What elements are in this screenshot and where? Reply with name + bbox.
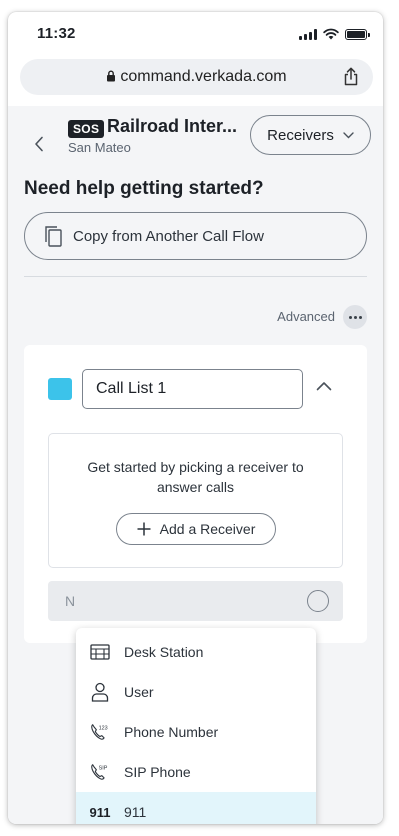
call-list-footer: N [48,581,343,621]
add-receiver-label: Add a Receiver [159,521,256,537]
menu-item-user[interactable]: User [76,672,316,712]
chevron-up-icon[interactable] [316,381,332,391]
phone-number-icon: 123 [90,722,110,742]
url-display[interactable]: command.verkada.com [20,68,373,86]
phone-frame: 11:32 command.verkada.com SOS Railroad I… [8,12,383,824]
plus-icon [137,522,151,536]
menu-item-phone-number[interactable]: 123 Phone Number [76,712,316,752]
status-icons [299,28,370,40]
menu-item-label: Phone Number [124,724,219,740]
sos-badge: SOS [68,120,105,138]
call-flow-editor: SOS Railroad Inter... San Mateo Receiver… [8,106,383,824]
status-bar: 11:32 [8,12,383,56]
911-icon: 911 [89,804,111,820]
empty-receivers-text: Get started by picking a receiver to ans… [87,459,304,495]
page-title: Railroad Inter... [107,116,238,136]
url-bar[interactable]: command.verkada.com [20,59,373,95]
chevron-down-icon [343,131,354,138]
signal-icon [299,28,317,40]
empty-receivers-box: Get started by picking a receiver to ans… [48,433,343,568]
wifi-icon [323,28,339,40]
call-list-color-swatch[interactable] [48,378,72,400]
lock-icon [107,70,116,82]
user-icon [90,682,110,702]
more-options-button[interactable] [343,305,367,329]
receiver-type-menu: Desk Station User 123 Phone Number SIP S… [76,628,316,824]
menu-item-label: User [124,684,154,700]
receivers-label: Receivers [267,126,334,144]
call-list-footer-text: N [65,593,76,609]
copy-icon [45,226,62,247]
page-subtitle: San Mateo [68,140,131,155]
desk-station-icon [90,642,110,662]
sip-phone-icon: SIP [90,762,110,782]
share-icon[interactable] [343,67,359,86]
divider [24,276,367,277]
status-time: 11:32 [37,25,76,42]
toggle-ring[interactable] [307,590,329,612]
menu-item-911[interactable]: 911 911 [76,792,316,824]
receivers-dropdown-button[interactable]: Receivers [250,115,371,155]
menu-item-label: SIP Phone [124,764,191,780]
copy-call-flow-button[interactable]: Copy from Another Call Flow [24,212,367,260]
advanced-label[interactable]: Advanced [277,309,335,324]
menu-item-label: 911 [124,804,147,820]
call-list-card: Call List 1 Get started by picking a rec… [24,345,367,643]
menu-item-desk-station[interactable]: Desk Station [76,632,316,672]
getting-started-heading: Need help getting started? [24,178,264,199]
menu-item-label: Desk Station [124,644,204,660]
svg-text:SIP: SIP [99,765,108,771]
add-receiver-button[interactable]: Add a Receiver [116,513,276,545]
menu-item-sip-phone[interactable]: SIP SIP Phone [76,752,316,792]
back-chevron-icon[interactable] [34,136,44,152]
copy-call-flow-label: Copy from Another Call Flow [73,227,264,245]
call-list-name-input[interactable]: Call List 1 [82,369,303,409]
svg-text:123: 123 [99,725,108,731]
battery-icon [345,28,370,40]
url-text: command.verkada.com [120,68,287,85]
